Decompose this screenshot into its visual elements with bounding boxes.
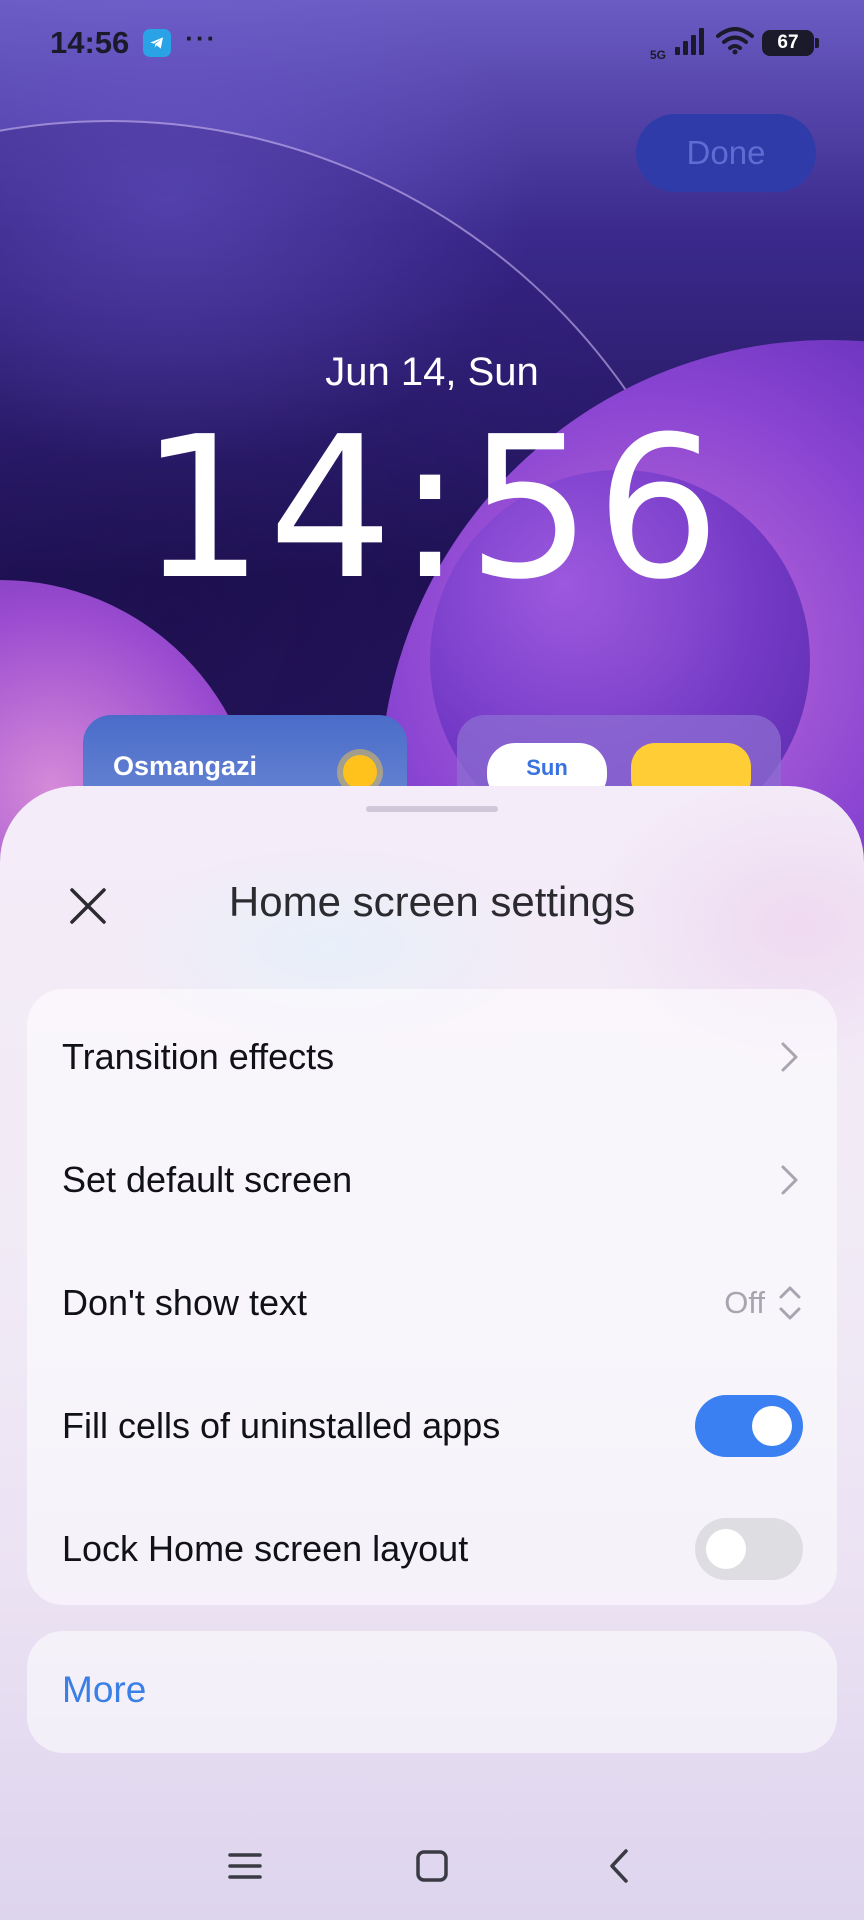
status-bar: 14:56 ··· 5G 67 (0, 0, 864, 86)
home-button[interactable] (408, 1842, 456, 1890)
chevron-right-icon (781, 1042, 798, 1071)
chevron-right-icon (781, 1165, 798, 1194)
more-dots-icon: ··· (185, 22, 218, 53)
menu-button[interactable] (221, 1842, 269, 1890)
row-label: Set default screen (62, 1158, 353, 1200)
home-screen-settings-sheet: Home screen settings Transition effects … (0, 786, 864, 1920)
weather-location: Osmangazi (113, 751, 258, 781)
toggle-knob (706, 1528, 746, 1569)
fill-cells-toggle[interactable] (695, 1394, 803, 1457)
row-label: Don't show text (62, 1281, 307, 1323)
row-dont-show-text[interactable]: Don't show text Off (27, 1241, 837, 1364)
network-type: 5G (649, 48, 666, 62)
row-label: Lock Home screen layout (62, 1527, 469, 1569)
status-left: 14:56 ··· (50, 22, 218, 61)
home-icon (416, 1850, 448, 1882)
back-button[interactable] (595, 1842, 643, 1890)
sheet-grabber[interactable] (366, 806, 498, 812)
lock-date: Jun 14, Sun (325, 350, 539, 394)
back-icon (610, 1849, 628, 1883)
row-fill-cells-uninstalled[interactable]: Fill cells of uninstalled apps (27, 1364, 837, 1487)
more-card[interactable]: More (27, 1631, 837, 1753)
done-button[interactable]: Done (636, 114, 816, 192)
telegram-icon (143, 29, 172, 57)
navigation-bar (0, 1820, 864, 1910)
more-link[interactable]: More (62, 1669, 146, 1711)
select-value: Off (724, 1284, 765, 1320)
row-label: Transition effects (62, 1035, 335, 1077)
wifi-icon (716, 26, 754, 60)
battery-level: 67 (777, 32, 799, 53)
sheet-title: Home screen settings (228, 878, 636, 925)
toggle-knob (752, 1405, 792, 1446)
signal-icon (674, 27, 708, 60)
status-right: 5G 67 (649, 24, 819, 62)
row-set-default-screen[interactable]: Set default screen (27, 1118, 837, 1241)
row-transition-effects[interactable]: Transition effects (27, 995, 837, 1118)
up-down-chevron-icon (779, 1286, 801, 1319)
battery-icon: 67 (762, 30, 819, 56)
sun-icon (343, 755, 377, 789)
lock-layout-toggle[interactable] (695, 1517, 803, 1580)
dont-show-text-select[interactable]: Off (724, 1283, 803, 1323)
status-time: 14:56 (50, 25, 130, 60)
settings-card: Transition effects Set default screen Do… (27, 989, 837, 1605)
menu-icon (228, 1853, 262, 1879)
row-lock-home-layout[interactable]: Lock Home screen layout (27, 1487, 837, 1610)
lock-time: 14:56 (139, 395, 725, 623)
row-label: Fill cells of uninstalled apps (62, 1404, 501, 1446)
